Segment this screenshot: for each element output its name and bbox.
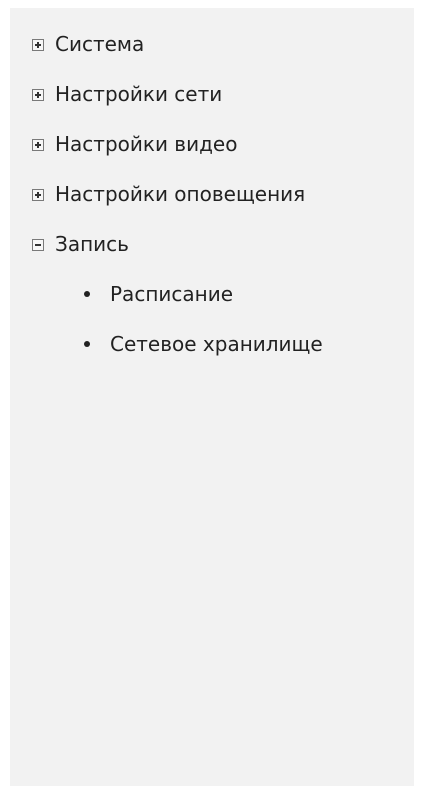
minus-box-icon[interactable] xyxy=(32,239,44,251)
bullet-icon xyxy=(84,341,90,347)
tree-node-label[interactable]: Настройки сети xyxy=(55,82,222,106)
tree-node-recording[interactable]: Запись xyxy=(32,232,305,282)
tree-node-alert-settings[interactable]: Настройки оповещения xyxy=(32,182,305,232)
plus-box-icon[interactable] xyxy=(32,189,44,201)
plus-box-icon[interactable] xyxy=(32,39,44,51)
settings-tree: Система Настройки сети Настройки видео Н… xyxy=(32,32,305,282)
navigation-panel: Система Настройки сети Настройки видео Н… xyxy=(10,8,414,786)
tree-node-label[interactable]: Настройки видео xyxy=(55,132,237,156)
tree-node-label[interactable]: Запись xyxy=(55,232,129,256)
subtree-item-schedule[interactable]: Расписание xyxy=(84,282,323,332)
plus-box-icon[interactable] xyxy=(32,89,44,101)
tree-node-label[interactable]: Система xyxy=(55,32,144,56)
tree-node-network-settings[interactable]: Настройки сети xyxy=(32,82,305,132)
plus-box-icon[interactable] xyxy=(32,139,44,151)
subtree-item-label[interactable]: Сетевое хранилище xyxy=(110,332,323,356)
tree-node-system[interactable]: Система xyxy=(32,32,305,82)
subtree-item-label[interactable]: Расписание xyxy=(110,282,233,306)
bullet-icon xyxy=(84,291,90,297)
subtree-item-network-storage[interactable]: Сетевое хранилище xyxy=(84,332,323,382)
tree-node-label[interactable]: Настройки оповещения xyxy=(55,182,305,206)
recording-subtree: Расписание Сетевое хранилище xyxy=(84,282,323,382)
tree-node-video-settings[interactable]: Настройки видео xyxy=(32,132,305,182)
